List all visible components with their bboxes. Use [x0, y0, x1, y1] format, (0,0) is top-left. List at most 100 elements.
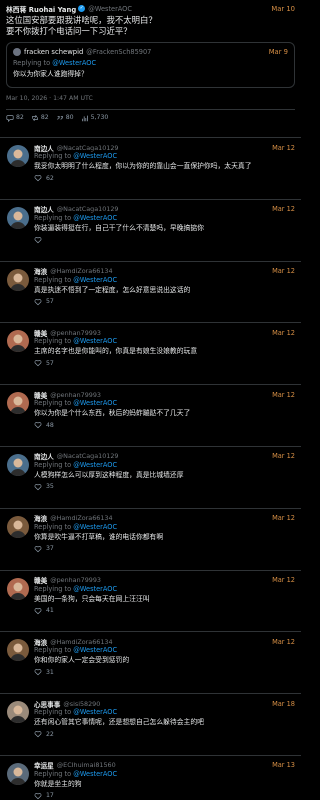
reply-replying-to: Replying to @WesterAOC	[34, 523, 295, 532]
reply-date[interactable]: Mar 12	[272, 576, 295, 584]
avatar-face	[13, 705, 23, 715]
reply-author-handle[interactable]: @HamdiZora66134	[50, 514, 112, 522]
reply-date[interactable]: Mar 12	[272, 638, 295, 646]
reply-avatar[interactable]	[7, 206, 29, 229]
reply-author-name[interactable]: 赣美	[34, 390, 47, 400]
replying-to-mention[interactable]: @WesterAOC	[73, 461, 117, 469]
comments-count: 82	[16, 114, 24, 121]
quotes-stat[interactable]: 80	[56, 114, 74, 122]
reply-avatar[interactable]	[7, 701, 29, 724]
reply-author-handle[interactable]: @NacatCaga10129	[57, 452, 119, 460]
reply-tweet[interactable]: 赣美 @penhan79993 Mar 12 Replying to @West…	[0, 571, 301, 633]
quoted-tweet-date[interactable]: Mar 9	[269, 48, 288, 56]
reply-avatar[interactable]	[7, 577, 29, 600]
reply-author-name[interactable]: 海浪	[34, 513, 47, 523]
reply-tweet[interactable]: 南边人 @NacatCaga10129 Mar 12 Replying to @…	[0, 447, 301, 509]
reply-avatar[interactable]	[7, 762, 29, 785]
reply-tweet[interactable]: 南边人 @NacatCaga10129 Mar 12 Replying to @…	[0, 200, 301, 262]
replying-to-mention[interactable]: @WesterAOC	[73, 399, 117, 407]
main-tweet-author-handle[interactable]: @WesterAOC	[88, 5, 132, 13]
reply-avatar[interactable]	[7, 330, 29, 353]
reply-author-handle[interactable]: @penhan79993	[50, 576, 101, 584]
main-tweet-text-line: 这位国安部要跟我讲啥呢，我不太明白？	[6, 15, 157, 25]
reply-date[interactable]: Mar 12	[272, 267, 295, 275]
replying-to-mention[interactable]: @WesterAOC	[73, 585, 117, 593]
reply-avatar[interactable]	[7, 639, 29, 662]
main-tweet-timestamp[interactable]: Mar 10, 2026 · 1:47 AM UTC	[6, 95, 295, 104]
reply-tweet[interactable]: 南边人 @NacatCaga10129 Mar 12 Replying to @…	[0, 138, 301, 200]
reply-date[interactable]: Mar 12	[272, 144, 295, 152]
reply-author-handle[interactable]: @HamdiZora66134	[50, 638, 112, 646]
reply-author-name[interactable]: 赣美	[34, 575, 47, 585]
reply-likes[interactable]: 17	[34, 792, 295, 800]
reply-author-name[interactable]: 南边人	[34, 143, 54, 153]
reply-avatar[interactable]	[7, 392, 29, 415]
reply-author-handle[interactable]: @ECIhuimai81560	[57, 761, 116, 769]
avatar-image	[7, 206, 29, 229]
reply-avatar[interactable]	[7, 453, 29, 476]
reply-likes[interactable]: 62	[34, 174, 295, 182]
quoted-tweet-header: fracken schewpid @FrackenSch85907 Mar 9	[13, 47, 288, 57]
reply-date[interactable]: Mar 12	[272, 452, 295, 460]
replying-to-mention[interactable]: @WesterAOC	[73, 337, 117, 345]
replying-to-mention[interactable]: @WesterAOC	[73, 276, 117, 284]
quoted-tweet-author-handle[interactable]: @FrackenSch85907	[86, 48, 151, 56]
replying-to-mention[interactable]: @WesterAOC	[73, 214, 117, 222]
replying-to-mention[interactable]: @WesterAOC	[73, 152, 117, 160]
reply-likes[interactable]: 22	[34, 730, 295, 738]
reply-likes[interactable]: 57	[34, 359, 295, 367]
reply-tweet[interactable]: 海浪 @HamdiZora66134 Mar 12 Replying to @W…	[0, 262, 301, 324]
replying-to-mention[interactable]: @WesterAOC	[73, 770, 117, 778]
reply-likes[interactable]: 41	[34, 607, 295, 615]
reply-author-handle[interactable]: @HamdiZora66134	[50, 267, 112, 275]
replies-list: 南边人 @NacatCaga10129 Mar 12 Replying to @…	[0, 138, 301, 800]
avatar-image	[7, 330, 29, 353]
reply-author-handle[interactable]: @sisi58290	[63, 700, 100, 708]
reply-author-name[interactable]: 海浪	[34, 266, 47, 276]
quoted-tweet-replying-to: Replying to @WesterAOC	[13, 59, 288, 68]
reply-author-name[interactable]: 南边人	[34, 451, 54, 461]
reply-tweet[interactable]: 赣美 @penhan79993 Mar 12 Replying to @West…	[0, 385, 301, 447]
reply-author-name[interactable]: 海浪	[34, 637, 47, 647]
reply-tweet[interactable]: 海浪 @HamdiZora66134 Mar 12 Replying to @W…	[0, 509, 301, 571]
comments-stat[interactable]: 82	[6, 114, 24, 122]
reply-date[interactable]: Mar 13	[272, 761, 295, 769]
quoted-tweet-author-name[interactable]: fracken schewpid	[24, 48, 83, 56]
reply-likes[interactable]: 37	[34, 545, 295, 553]
reply-date[interactable]: Mar 12	[272, 205, 295, 213]
reply-author-handle[interactable]: @penhan79993	[50, 391, 101, 399]
reply-tweet[interactable]: 幸运星 @ECIhuimai81560 Mar 13 Replying to @…	[0, 756, 301, 800]
retweets-stat[interactable]: 82	[31, 114, 49, 122]
replying-to-mention[interactable]: @WesterAOC	[52, 59, 96, 67]
reply-avatar[interactable]	[7, 515, 29, 538]
reply-avatar[interactable]	[7, 145, 29, 167]
reply-author-handle[interactable]: @penhan79993	[50, 329, 101, 337]
reply-date[interactable]: Mar 12	[272, 329, 295, 337]
replying-to-mention[interactable]: @WesterAOC	[73, 523, 117, 531]
main-tweet-author-name[interactable]: 林西蒋 Ruohai Yang	[6, 4, 76, 14]
reply-date[interactable]: Mar 12	[272, 514, 295, 522]
reply-avatar[interactable]	[7, 268, 29, 291]
reply-likes[interactable]: 31	[34, 668, 295, 676]
reply-date[interactable]: Mar 12	[272, 391, 295, 399]
reply-tweet[interactable]: 赣美 @penhan79993 Mar 12 Replying to @West…	[0, 323, 301, 386]
reply-likes[interactable]	[34, 236, 295, 244]
reply-date[interactable]: Mar 18	[272, 700, 295, 708]
quoted-tweet-avatar[interactable]	[13, 48, 21, 56]
views-stat[interactable]: 5,730	[81, 114, 108, 122]
replying-to-mention[interactable]: @WesterAOC	[73, 646, 117, 654]
reply-author-handle[interactable]: @NacatCaga10129	[57, 205, 119, 213]
reply-author-name[interactable]: 幸运星	[34, 760, 54, 770]
reply-likes[interactable]: 35	[34, 483, 295, 491]
reply-author-name[interactable]: 赣美	[34, 328, 47, 338]
replying-to-mention[interactable]: @WesterAOC	[73, 708, 117, 716]
reply-author-name[interactable]: 南边人	[34, 204, 54, 214]
quoted-tweet[interactable]: fracken schewpid @FrackenSch85907 Mar 9 …	[6, 42, 295, 88]
reply-author-name[interactable]: 心思事事	[34, 699, 60, 709]
reply-likes[interactable]: 57	[34, 298, 295, 306]
reply-tweet[interactable]: 海浪 @HamdiZora66134 Mar 12 Replying to @W…	[0, 632, 301, 695]
reply-likes[interactable]: 48	[34, 421, 295, 429]
reply-author-handle[interactable]: @NacatCaga10129	[57, 144, 119, 152]
reply-tweet[interactable]: 心思事事 @sisi58290 Mar 18 Replying to @West…	[0, 694, 301, 756]
main-tweet-date[interactable]: Mar 10	[271, 5, 295, 13]
